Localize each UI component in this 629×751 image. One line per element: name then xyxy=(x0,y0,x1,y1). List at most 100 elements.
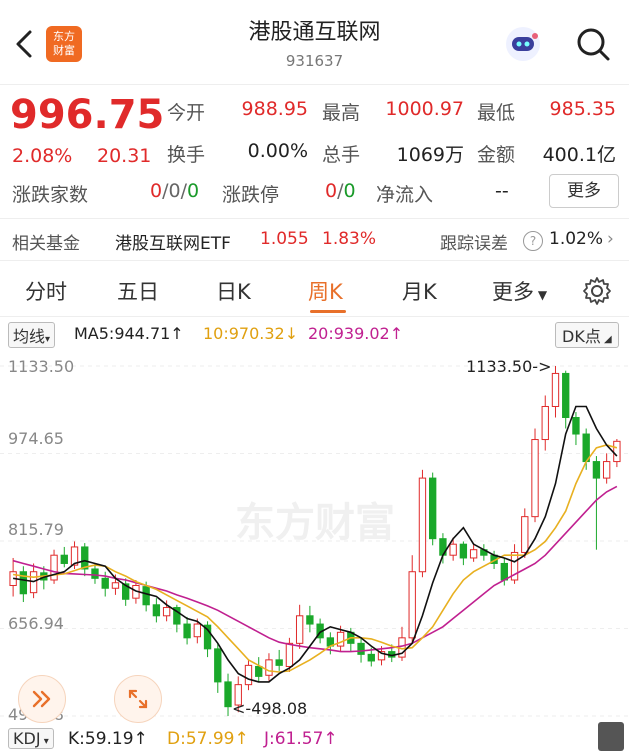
candle-body xyxy=(469,549,478,559)
candle-body xyxy=(265,659,273,676)
corner-caret-icon: ◢ xyxy=(600,334,612,345)
related-fund-label: 相关基金 xyxy=(12,234,80,254)
turnover-value: 0.00% xyxy=(247,140,308,162)
candle-body xyxy=(81,546,89,570)
candle xyxy=(265,653,273,681)
candle xyxy=(60,546,68,568)
open-value: 988.95 xyxy=(241,98,308,120)
candle-body xyxy=(449,543,457,556)
candle-body xyxy=(357,642,365,655)
candle xyxy=(203,621,212,658)
candle-body xyxy=(152,604,161,617)
candle-body xyxy=(602,461,611,479)
robot-assistant-icon[interactable] xyxy=(503,24,543,64)
candle-body xyxy=(60,554,68,564)
candle-body xyxy=(551,372,560,407)
chevron-right-icon[interactable]: › xyxy=(607,229,614,249)
candle-body xyxy=(592,461,601,479)
candle-body xyxy=(50,554,58,581)
amount-value: 400.1亿 xyxy=(542,144,616,166)
kdj-selector[interactable]: KDJ ▾ xyxy=(8,728,54,749)
candle xyxy=(275,649,283,671)
limit-counts: 0/0 xyxy=(325,180,356,202)
volume-label: 总手 xyxy=(322,144,361,166)
ma10-value: 10:970.32↓ xyxy=(203,324,299,343)
related-fund-change: 1.83% xyxy=(322,229,377,249)
tab-intraday[interactable]: 分时 xyxy=(25,276,67,306)
limit-label: 涨跌停 xyxy=(222,184,280,206)
candle xyxy=(562,370,570,429)
candle-body xyxy=(224,681,232,708)
candle-body xyxy=(244,664,253,686)
candle xyxy=(91,563,99,584)
tab-monthly-k[interactable]: 月K xyxy=(402,276,437,306)
candle-body xyxy=(255,665,263,677)
tab-weekly-k[interactable]: 周K xyxy=(308,276,343,306)
tab-five-day[interactable]: 五日 xyxy=(117,276,159,306)
candle xyxy=(572,411,580,446)
caret-down-icon: ▼ xyxy=(534,288,548,302)
candle xyxy=(244,659,253,691)
volume-value: 1069万 xyxy=(396,144,464,166)
candlestick-chart[interactable]: 东方财富 1133.50-> <-498.08 xyxy=(0,346,629,726)
candle-body xyxy=(111,582,120,589)
tracking-error-label: 跟踪误差 xyxy=(440,234,508,254)
more-button[interactable]: 更多 xyxy=(549,174,619,208)
candle xyxy=(429,472,437,546)
help-icon[interactable]: ? xyxy=(523,231,543,251)
change-amount: 20.31 xyxy=(97,145,152,167)
candle xyxy=(398,626,406,661)
candle-body xyxy=(418,477,427,573)
candle xyxy=(19,566,28,603)
active-tab-indicator xyxy=(310,310,346,313)
tab-more[interactable]: 更多 ▼ xyxy=(492,276,547,306)
open-label: 今开 xyxy=(167,102,206,124)
candle-body xyxy=(459,543,468,559)
candle-body xyxy=(285,642,294,667)
y-tick-label: 974.65 xyxy=(8,429,64,448)
header-bar: 东方 财富 港股通互联网 931637 xyxy=(0,0,629,85)
candle-body xyxy=(613,440,621,463)
candle-body xyxy=(193,623,201,638)
candle-body xyxy=(214,648,222,683)
related-fund-name[interactable]: 港股互联网ETF xyxy=(115,229,231,254)
high-label: 最高 xyxy=(322,102,361,124)
fullscreen-button[interactable] xyxy=(114,675,162,723)
candle-body xyxy=(275,659,283,666)
candle xyxy=(152,598,161,623)
ma20-value: 20:939.02↑ xyxy=(308,324,404,343)
candle-body xyxy=(562,372,570,419)
candle-body xyxy=(183,623,191,639)
candle xyxy=(541,395,549,451)
candle xyxy=(582,428,590,470)
low-annotation: <-498.08 xyxy=(232,699,307,718)
kdj-k-value: K:59.19↑ xyxy=(68,729,148,749)
candle xyxy=(408,555,416,643)
candle-body xyxy=(91,568,99,579)
candle xyxy=(510,544,519,584)
gear-icon[interactable] xyxy=(582,276,612,306)
candle-body xyxy=(408,571,416,639)
updown-count-label: 涨跌家数 xyxy=(12,184,89,206)
candle-body xyxy=(306,615,314,625)
search-icon[interactable] xyxy=(573,24,613,64)
candle xyxy=(602,453,611,484)
divider xyxy=(0,316,629,317)
ma-type-selector[interactable]: 均线▾ xyxy=(8,322,56,348)
candle-body xyxy=(572,417,580,435)
tab-daily-k[interactable]: 日K xyxy=(216,276,251,306)
expand-panel-button[interactable] xyxy=(18,675,66,723)
y-tick-label: 1133.50 xyxy=(8,357,75,376)
candle-body xyxy=(500,562,508,581)
high-value: 1000.97 xyxy=(385,98,464,120)
collapse-handle[interactable] xyxy=(598,722,624,751)
caret-down-icon: ▾ xyxy=(40,736,49,747)
divider xyxy=(0,218,629,219)
candle-body xyxy=(541,405,549,441)
dk-point-selector[interactable]: DK点 ◢ xyxy=(555,322,619,348)
y-tick-label: 815.79 xyxy=(8,520,64,539)
amount-label: 金额 xyxy=(477,144,516,166)
candle xyxy=(122,578,130,606)
divider xyxy=(0,260,629,261)
caret-down-icon: ▾ xyxy=(45,334,51,345)
